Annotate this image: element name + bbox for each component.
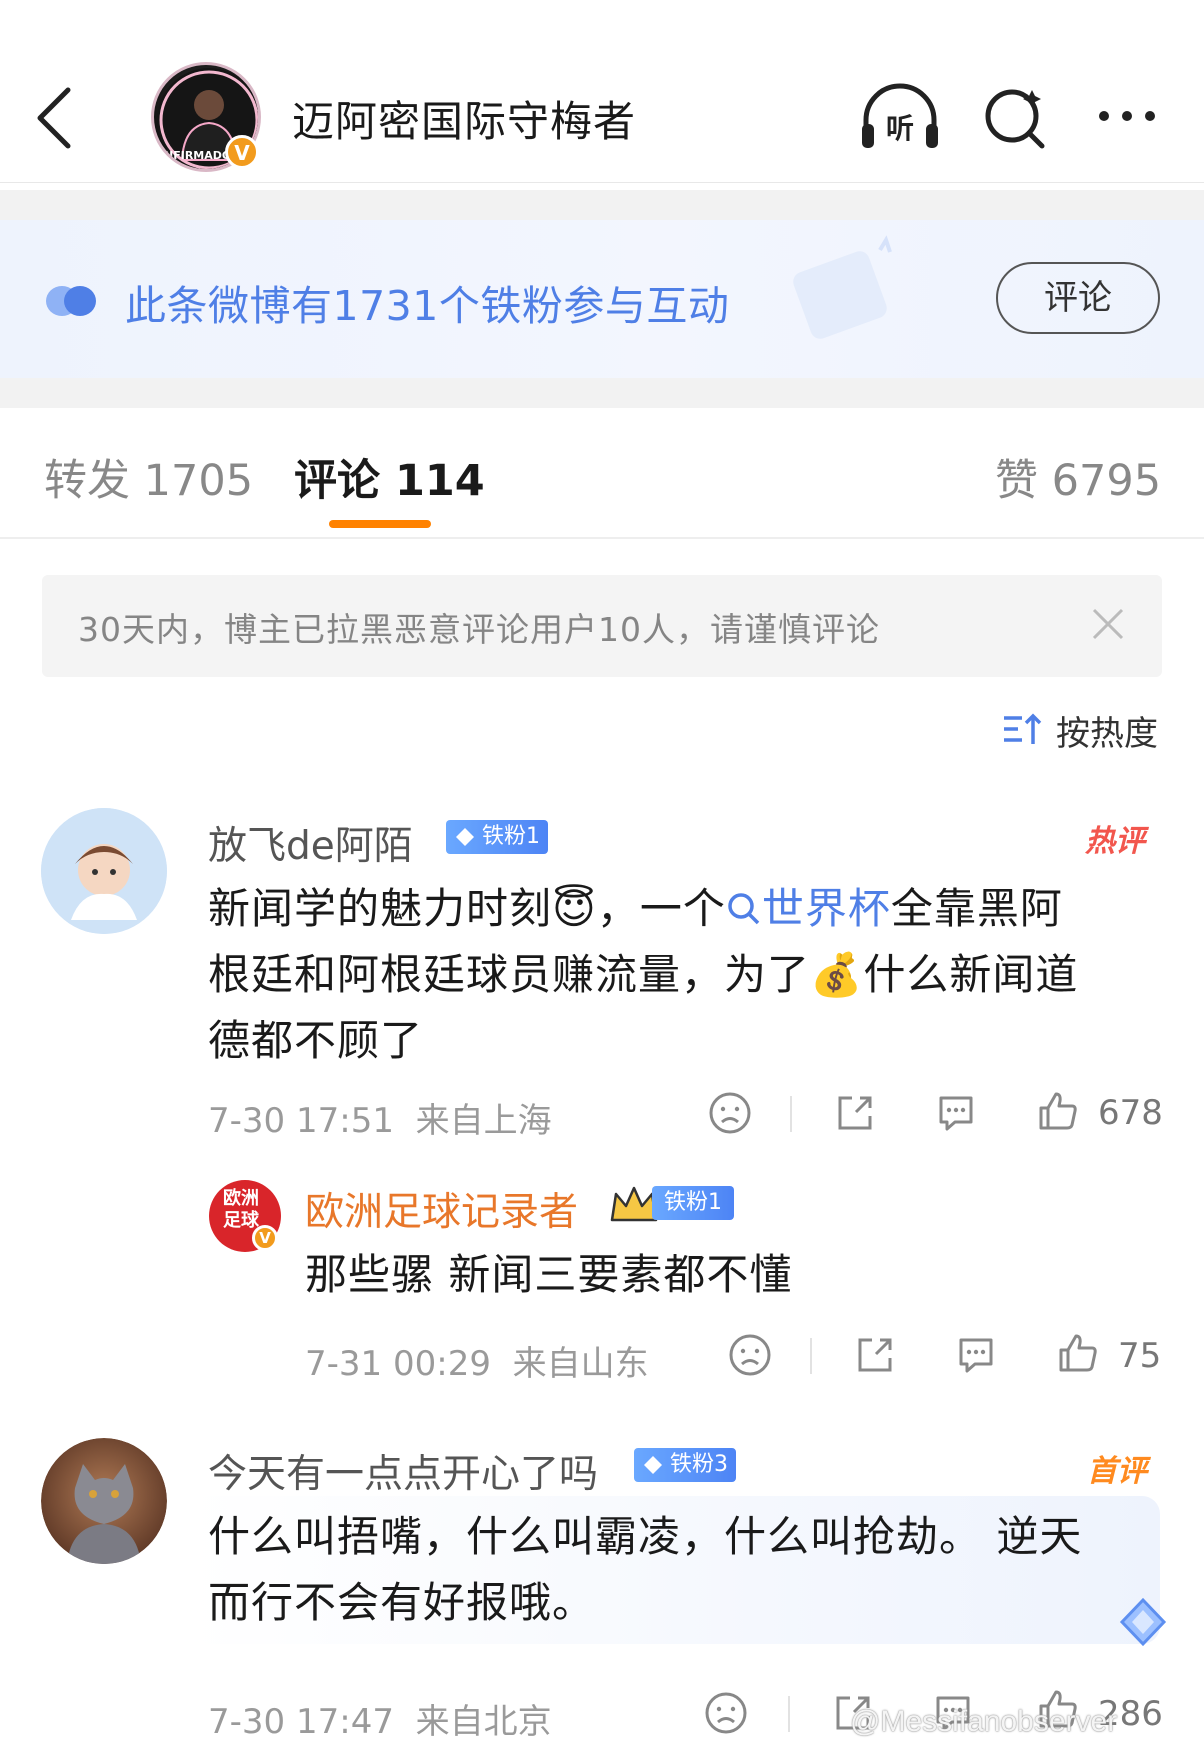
sad-face-icon <box>729 1334 771 1376</box>
share-button[interactable] <box>832 1090 878 1136</box>
like-count: 75 <box>1118 1336 1162 1376</box>
reply-button[interactable] <box>953 1332 999 1378</box>
share-icon <box>858 1338 892 1372</box>
comment-bubble-icon <box>959 1338 993 1373</box>
tabs-divider <box>0 537 1204 539</box>
comment-text-segment: 而行不会有好报哦。 <box>208 1578 596 1627</box>
dislike-button[interactable] <box>703 1690 749 1736</box>
active-tab-indicator <box>329 520 431 528</box>
search-icon <box>728 893 760 925</box>
commenter-name[interactable]: 放飞de阿陌 <box>208 815 413 871</box>
section-separator <box>0 190 1204 220</box>
sad-face-icon <box>705 1692 747 1734</box>
comment-text: 新闻学的魅力时刻😇，一个 世界杯全靠黑阿 根廷和阿根廷球员赚流量，为了💰什么新闻道… <box>208 876 1168 1074</box>
watermark: @Messifanobserver <box>850 1705 1118 1738</box>
avatar-image <box>41 808 167 934</box>
comment-location: 来自北京 <box>415 1702 552 1742</box>
share-button[interactable] <box>852 1332 898 1378</box>
reply-avatar-line: 足球 <box>223 1210 259 1231</box>
commenter-avatar[interactable] <box>41 1438 167 1564</box>
comment-bubble-icon <box>939 1096 973 1131</box>
reply-text: 那些骡 新闻三要素都不懂 <box>305 1250 793 1299</box>
chevron-left-icon <box>37 87 71 149</box>
comment-text-segment: 全靠黑阿 <box>890 884 1063 933</box>
tab-likes[interactable]: 赞 6795 <box>995 446 1161 508</box>
comment-text-segment: 什么新闻道 <box>863 950 1079 999</box>
dislike-button[interactable] <box>727 1332 773 1378</box>
comment-meta: 7-30 17:47 来自北京 <box>208 1694 552 1743</box>
thumbs-up-icon <box>1059 1334 1097 1372</box>
avatar-caption: NFIRMADO <box>164 149 232 162</box>
fan-level-badge: 铁粉1 <box>652 1186 734 1220</box>
sort-icon <box>1004 713 1042 744</box>
search-button[interactable] <box>980 82 1060 152</box>
like-button[interactable] <box>1055 1330 1101 1376</box>
money-bag-emoji: 💰 <box>810 950 864 999</box>
verified-badge: V <box>252 1225 278 1251</box>
share-icon <box>838 1096 872 1130</box>
commenter-name[interactable]: 今天有一点点开心了吗 <box>208 1443 598 1499</box>
comment-text-segment: 德都不顾了 <box>208 1016 424 1065</box>
halo-smile-emoji: 😇 <box>552 884 597 933</box>
comment-location: 来自上海 <box>415 1101 552 1141</box>
section-separator <box>0 378 1204 408</box>
comment-text-segment: 什么叫捂嘴，什么叫霸凌，什么叫抢劫。 逆天 <box>208 1512 1083 1561</box>
first-comment-tag: 首评 <box>1087 1454 1147 1489</box>
action-divider <box>810 1338 812 1374</box>
reply-avatar-line: 欧洲 <box>223 1188 259 1209</box>
reply-button[interactable] <box>933 1090 979 1136</box>
cat-avatar-image <box>41 1438 167 1564</box>
listen-button[interactable]: 听 <box>858 82 938 152</box>
headphones-icon: 听 <box>862 83 938 148</box>
comment-text-segment: ，一个 <box>596 884 726 933</box>
verified-badge: V <box>225 135 259 169</box>
notice-close-button[interactable] <box>1088 604 1128 644</box>
more-dots-icon <box>1099 111 1155 121</box>
fan-level-badge: 铁粉1 <box>446 820 548 854</box>
back-button[interactable] <box>28 78 88 158</box>
commenter-avatar[interactable] <box>41 808 167 934</box>
topic-link-text[interactable]: 世界杯 <box>762 884 891 933</box>
top-bar: NFIRMADO V 迈阿密国际守梅者 听 <box>0 0 1204 183</box>
page-title: 迈阿密国际守梅者 <box>292 97 637 146</box>
comment-text: 什么叫捂嘴，什么叫霸凌，什么叫抢劫。 逆天 而行不会有好报哦。 <box>208 1504 1168 1636</box>
fan-icon <box>46 286 96 316</box>
fan-badge-label: 铁粉1 <box>664 1190 722 1215</box>
banner-decoration <box>793 235 892 339</box>
comment-meta: 7-30 17:51 来自上海 <box>208 1093 552 1142</box>
reply-username[interactable]: 欧洲足球记录者 <box>305 1181 578 1237</box>
banner-comment-button[interactable]: 评论 <box>996 262 1160 334</box>
like-button[interactable] <box>1035 1088 1081 1134</box>
comment-time: 7-30 17:51 <box>208 1101 394 1141</box>
tab-comments[interactable]: 评论 114 <box>294 446 485 508</box>
notice-text: 30天内，博主已拉黑恶意评论用户10人，请谨慎评论 <box>78 610 880 649</box>
reply-avatar-text: 欧洲 足球 <box>223 1188 259 1232</box>
search-icon <box>985 89 1045 149</box>
tab-repost[interactable]: 转发 1705 <box>44 446 253 508</box>
diamond-icon <box>644 1456 662 1474</box>
reply-meta: 7-31 00:29 来自山东 <box>305 1336 649 1385</box>
comment-text-segment: 新闻学的魅力时刻 <box>208 884 553 933</box>
reply-location: 来自山东 <box>512 1344 649 1384</box>
fan-badge-label: 铁粉3 <box>670 1452 728 1477</box>
fan-level-badge: 铁粉3 <box>634 1448 736 1482</box>
sad-face-icon <box>709 1092 751 1134</box>
comment-time: 7-30 17:47 <box>208 1702 394 1742</box>
fan-badge-label: 铁粉1 <box>482 824 540 849</box>
reply-time: 7-31 00:29 <box>305 1344 491 1384</box>
close-icon <box>1092 608 1124 640</box>
svg-text:听: 听 <box>886 112 914 145</box>
comment-text-segment: 根廷和阿根廷球员赚流量，为了 <box>208 950 811 999</box>
more-button[interactable] <box>1092 82 1172 152</box>
hot-comment-tag: 热评 <box>1085 824 1145 859</box>
fan-banner-text: 此条微博有1731个铁粉参与互动 <box>125 282 730 330</box>
like-count: 678 <box>1098 1093 1163 1133</box>
action-divider <box>788 1696 790 1732</box>
action-divider <box>790 1096 792 1132</box>
thumbs-up-icon <box>1039 1092 1077 1130</box>
diamond-icon <box>456 828 474 846</box>
dislike-button[interactable] <box>707 1090 753 1136</box>
topic-link[interactable]: 世界杯 <box>726 884 891 933</box>
sort-label[interactable]: 按热度 <box>1056 706 1158 755</box>
